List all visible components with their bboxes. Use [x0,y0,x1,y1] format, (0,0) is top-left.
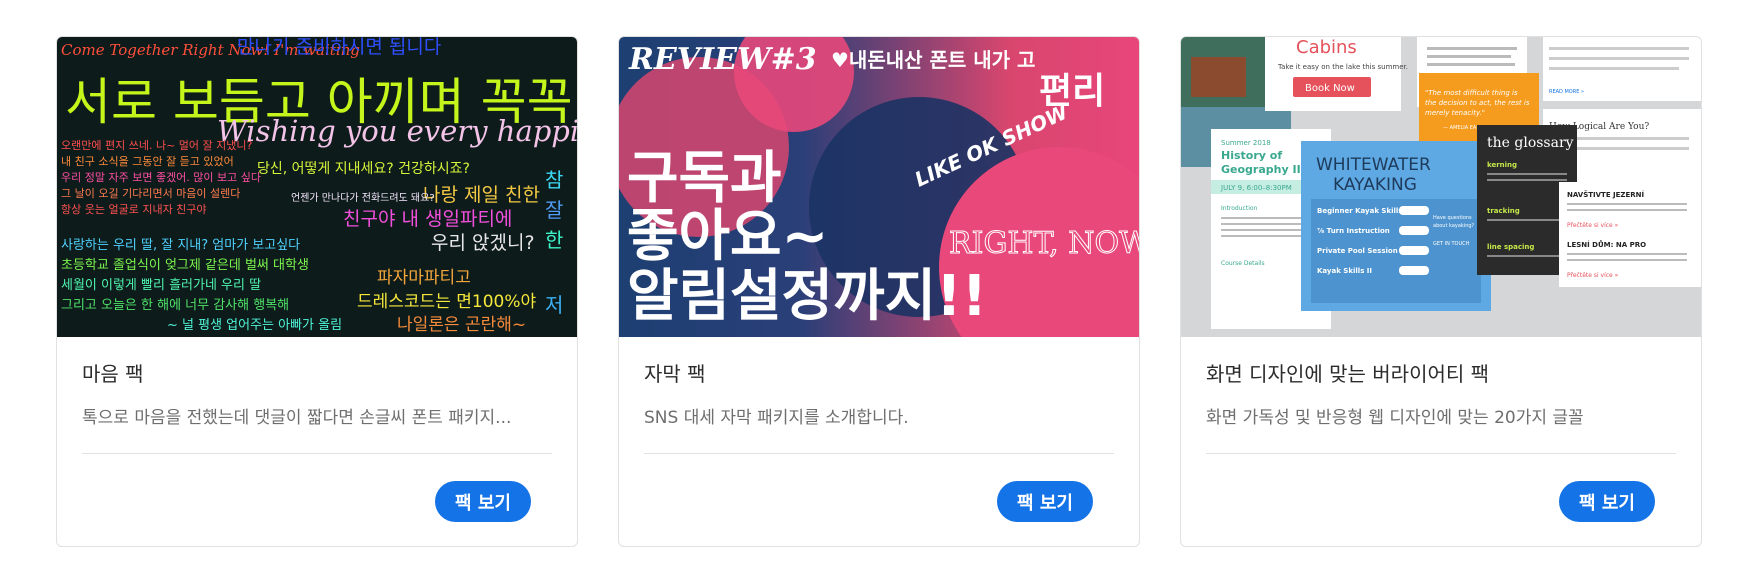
art-text: 잘 [545,198,563,222]
art-text: Take it easy on the lake this summer. [1277,63,1408,71]
art-text: Wishing you every happiness [217,114,577,148]
art-text: NAVŠTIVTE JEZERNÍ [1567,190,1645,199]
art-text: Kayak Skills II [1317,267,1372,275]
art-text: merely tenacity." [1425,109,1485,117]
pack-card-maeum[interactable]: Come Together Right Now! I'm waiting 만나기… [56,36,578,547]
art-text: 만나기 준비하시면 됩니다 [237,37,441,58]
art-text: the decision to act, the rest is [1425,99,1530,107]
pack-title[interactable]: 화면 디자인에 맞는 버라이어티 팩 [1206,361,1676,387]
photo-block [1191,57,1246,97]
art-text: 알림설정까지!! [627,264,987,329]
art-text: Introduction [1221,205,1258,212]
thumbnail-artwork: Come Together Right Now! I'm waiting 만나기… [61,37,577,335]
art-text: Cabins [1296,37,1357,58]
art-text: tracking [1487,207,1520,215]
art-text: 우리 정말 자주 보면 좋겠어. 많이 보고 싶다 [61,171,261,184]
art-text: 구독과 [627,146,782,211]
art-text: 내 친구 소식을 그동안 잘 듣고 있었어 [61,155,234,168]
art-text: 나일론은 곤란해~ [397,315,526,335]
art-text: Beginner Kayak Skills [1317,207,1402,215]
art-text: Course Details [1221,260,1265,267]
art-text: Přečtěte si více » [1567,222,1619,229]
art-text: 그리고 오늘은 한 해에 너무 감사해 행복해 [61,297,289,313]
art-text: 드레스코드는 면100%야 [357,292,536,312]
card-divider [1206,453,1676,454]
pack-card-subtitle[interactable]: REVIEW#3 ♥내돈내산 폰트 내가 고 편리 구독과 좋아요~ 알림설정까… [618,36,1140,547]
pack-description: SNS 대세 자막 패키지를 소개합니다. [644,408,909,428]
art-text: about kayaking? [1433,223,1475,229]
view-pack-button[interactable]: 팩 보기 [1559,481,1655,522]
card-divider [644,453,1114,454]
art-text: Private Pool Session [1317,247,1398,255]
art-text: 오랜만에 편지 쓰네. 나~ 멀어 잘 지냈니? [61,139,252,152]
art-text: ⅞ Turn Instruction [1317,227,1390,235]
art-text: 나랑 제일 친한 [423,184,540,206]
art-text: RIGHT, NOW [949,226,1139,261]
art-text: KAYAKING [1333,175,1417,195]
art-text: Geography II [1221,163,1301,176]
card-grid: Come Together Right Now! I'm waiting 만나기… [56,36,1702,547]
view-pack-button[interactable]: 팩 보기 [997,481,1093,522]
art-text: the glossary [1487,135,1574,151]
art-text: ~ 널 평생 업어주는 아빠가 올림 [167,318,342,333]
art-text: 언젠가 만나다가 전화드려도 돼요? [291,192,435,204]
art-text: Přečtěte si více » [1567,272,1619,279]
art-text: REVIEW#3 [628,42,817,77]
pack-title[interactable]: 자막 팩 [644,361,1114,387]
art-text: GET IN TOUCH [1433,241,1470,247]
pack-description: 톡으로 마음을 전했는데 댓글이 짧다면 손글씨 폰트 패키지... [82,408,512,428]
pack-thumbnail[interactable]: REVIEW#3 ♥내돈내산 폰트 내가 고 편리 구독과 좋아요~ 알림설정까… [619,37,1139,337]
view-pack-button[interactable]: 팩 보기 [435,481,531,522]
art-text: READ MORE » [1549,89,1584,95]
art-text: 좋아요~ [627,204,828,269]
art-text: 파자마파티고 [377,268,471,288]
art-text: LESNÍ DŮM: NA PRO [1567,240,1646,249]
art-text: 친구야 내 생일파티에 [343,208,512,230]
art-text: 그 날이 오길 기다리면서 마음이 설렌다 [61,187,240,200]
art-text: ♥내돈내산 폰트 내가 고 [831,48,1035,72]
art-text: WHITEWATER [1316,155,1431,175]
art-text: 한 [545,228,563,252]
art-text: 우리 앉겠니? [431,232,535,254]
thumbnail-artwork: Cabins Take it easy on the lake this sum… [1181,37,1701,329]
art-text: History of [1221,149,1282,162]
art-text: 저 [545,293,563,317]
pack-card-variety[interactable]: Cabins Take it easy on the lake this sum… [1180,36,1702,547]
pack-thumbnail[interactable]: Come Together Right Now! I'm waiting 만나기… [57,37,577,337]
art-text: 사랑하는 우리 딸, 잘 지내? 엄마가 보고싶다 [61,238,300,253]
art-text: Summer 2018 [1221,139,1271,147]
art-text: 항상 웃는 얼굴로 지내자 친구야 [61,202,207,216]
pack-thumbnail[interactable]: Cabins Take it easy on the lake this sum… [1181,37,1701,337]
art-text: Have questions [1433,215,1472,221]
art-text: kerning [1487,161,1517,169]
card-divider [82,453,552,454]
art-text: 초등학교 졸업식이 엊그제 같은데 벌써 대학생 [61,258,309,273]
art-text: Book Now [1305,83,1355,94]
art-text: 당신, 어떻게 지내세요? 건강하시죠? [257,161,470,177]
art-text: line spacing [1487,243,1534,251]
art-text: 세월이 이렇게 빨리 흘러가네 우리 딸 [61,278,261,293]
thumbnail-artwork: REVIEW#3 ♥내돈내산 폰트 내가 고 편리 구독과 좋아요~ 알림설정까… [619,37,1139,337]
pack-description: 화면 가독성 및 반응형 웹 디자인에 맞는 20가지 글꼴 [1206,408,1584,428]
pack-title[interactable]: 마음 팩 [82,361,552,387]
art-text: 참 [545,168,563,192]
art-text: "The most difficult thing is [1425,89,1518,97]
art-text: JULY 9, 6:00–8:30PM [1220,184,1292,192]
